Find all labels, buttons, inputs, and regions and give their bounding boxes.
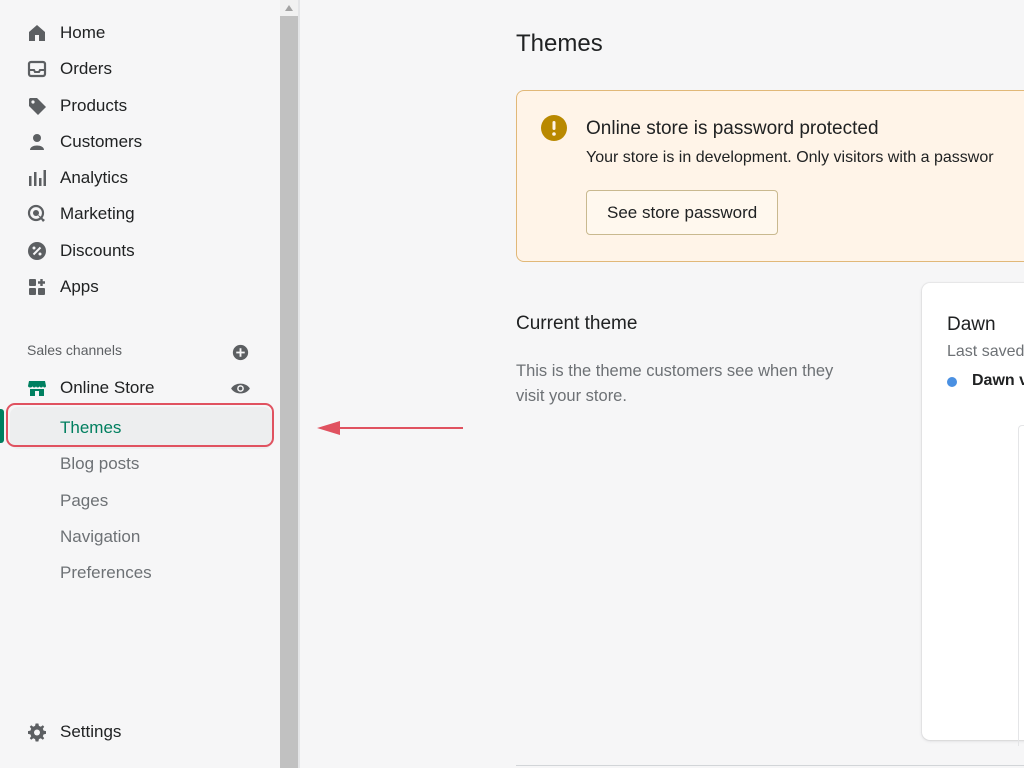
theme-preview bbox=[1018, 425, 1024, 746]
sidebar: Home Orders Products Customers Analytics… bbox=[0, 0, 280, 768]
current-theme-card: Dawn Last saved Dawn v bbox=[922, 283, 1024, 746]
store-icon bbox=[27, 378, 47, 398]
nav-item-marketing[interactable]: Marketing bbox=[0, 199, 280, 229]
nav-label-apps: Apps bbox=[60, 277, 99, 296]
sub-item-navigation[interactable]: Navigation bbox=[0, 522, 280, 552]
target-icon bbox=[27, 204, 47, 224]
section-divider bbox=[516, 765, 1024, 766]
sub-label-navigation: Navigation bbox=[60, 527, 141, 546]
sub-item-preferences[interactable]: Preferences bbox=[0, 558, 280, 588]
nav-label-home: Home bbox=[60, 23, 106, 42]
scrollbar-thumb[interactable] bbox=[280, 16, 298, 768]
current-theme-title: Current theme bbox=[516, 313, 638, 334]
nav-item-customers[interactable]: Customers bbox=[0, 127, 280, 157]
sidebar-scrollbar[interactable] bbox=[280, 0, 298, 768]
sub-item-blog-posts[interactable]: Blog posts bbox=[0, 449, 280, 479]
sales-channels-title: Sales channels bbox=[27, 342, 122, 358]
banner-title: Online store is password protected bbox=[586, 118, 879, 139]
sub-item-pages[interactable]: Pages bbox=[0, 486, 280, 516]
annotation-arrow bbox=[317, 421, 463, 435]
nav-item-discounts[interactable]: Discounts bbox=[0, 236, 280, 266]
nav-item-products[interactable]: Products bbox=[0, 91, 280, 121]
sub-label-pages: Pages bbox=[60, 491, 109, 510]
nav-label-analytics: Analytics bbox=[60, 168, 129, 187]
apps-icon bbox=[27, 277, 47, 297]
nav-item-orders[interactable]: Orders bbox=[0, 54, 280, 84]
sidebar-divider bbox=[298, 0, 300, 768]
nav-label-orders: Orders bbox=[60, 59, 112, 78]
nav-label-settings: Settings bbox=[60, 722, 122, 741]
page-title: Themes bbox=[516, 30, 603, 57]
nav-label-customers: Customers bbox=[60, 132, 143, 151]
add-channel-button[interactable] bbox=[230, 342, 250, 362]
plus-circle-icon bbox=[232, 344, 248, 360]
annotation-highlight-box bbox=[6, 403, 274, 447]
warning-icon bbox=[541, 115, 567, 141]
current-theme-description: This is the theme customers see when the… bbox=[516, 362, 834, 405]
orders-icon bbox=[27, 59, 47, 79]
nav-item-analytics[interactable]: Analytics bbox=[0, 163, 280, 193]
nav-item-home[interactable]: Home bbox=[0, 18, 280, 48]
nav-item-apps[interactable]: Apps bbox=[0, 272, 280, 302]
home-icon bbox=[27, 23, 47, 43]
nav-item-settings[interactable]: Settings bbox=[0, 717, 280, 747]
theme-last-saved: Last saved bbox=[947, 343, 1024, 360]
theme-name: Dawn bbox=[947, 314, 996, 335]
gear-icon bbox=[27, 722, 47, 742]
password-protected-banner: Online store is password protected Your … bbox=[516, 90, 1024, 262]
see-store-password-button[interactable]: See store password bbox=[586, 190, 779, 235]
view-store-button[interactable] bbox=[229, 378, 251, 398]
sub-label-blog-posts: Blog posts bbox=[60, 454, 140, 473]
nav-label-products: Products bbox=[60, 96, 128, 115]
discount-icon bbox=[27, 241, 47, 261]
scroll-up-button[interactable] bbox=[280, 0, 298, 16]
nav-label-marketing: Marketing bbox=[60, 204, 135, 223]
eye-icon bbox=[230, 383, 250, 393]
person-icon bbox=[27, 132, 47, 152]
tag-icon bbox=[27, 96, 47, 116]
nav-label-online-store: Online Store bbox=[60, 378, 155, 397]
theme-version: Dawn v bbox=[972, 372, 1024, 389]
caret-up-icon bbox=[285, 5, 293, 11]
theme-status-dot bbox=[947, 377, 957, 387]
nav-label-discounts: Discounts bbox=[60, 241, 135, 260]
banner-text: Your store is in development. Only visit… bbox=[586, 149, 994, 166]
bar-chart-icon bbox=[27, 168, 47, 188]
sub-label-preferences: Preferences bbox=[60, 563, 152, 582]
